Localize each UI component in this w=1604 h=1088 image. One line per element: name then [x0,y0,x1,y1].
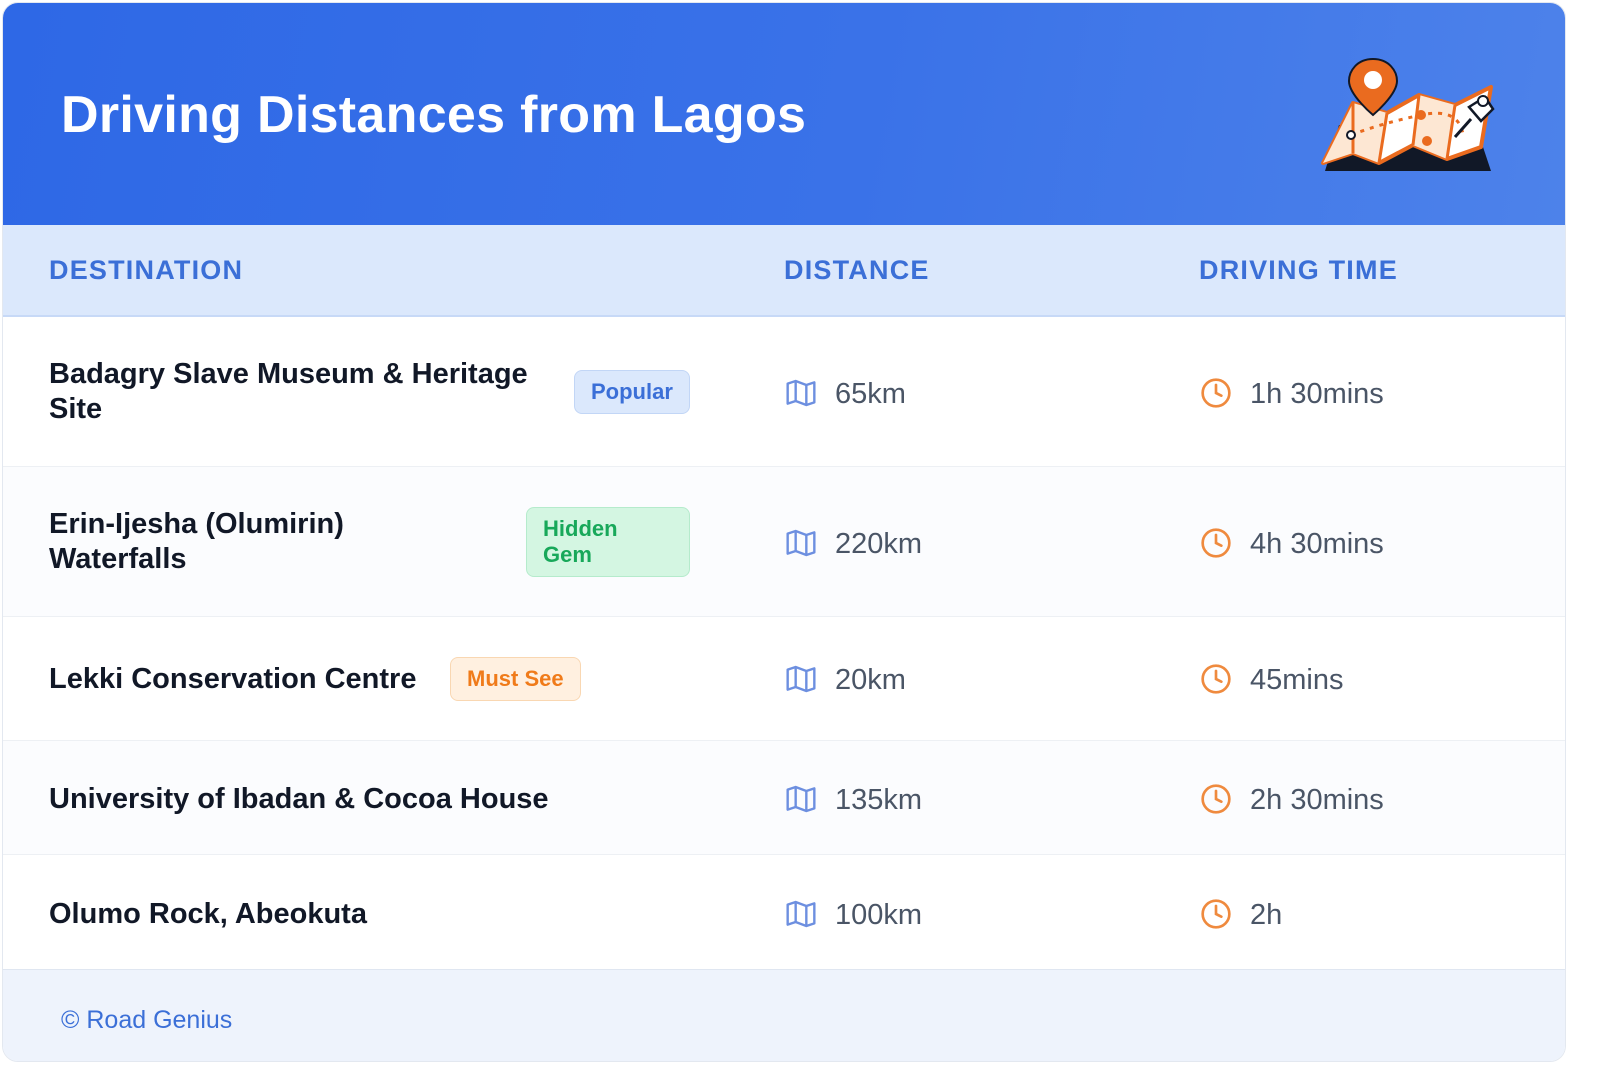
map-icon [786,379,816,407]
distance-value: 65km [835,378,906,410]
table-row: Lekki Conservation Centre Must See 20km … [3,617,1565,741]
driving-time-value: 2h [1250,899,1283,931]
map-icon [786,785,816,813]
clock-icon [1201,664,1231,694]
map-icon [786,529,816,557]
table-row: University of Ibadan & Cocoa House 135km… [3,741,1565,855]
column-header-driving-time[interactable]: DRIVING TIME [1199,255,1398,286]
table-row: Erin-Ijesha (Olumirin) Waterfalls Hidden… [3,467,1565,617]
hidden-gem-badge: Hidden Gem [526,507,690,577]
page-title: Driving Distances from Lagos [61,86,807,144]
distance-value: 135km [835,784,923,816]
map-icon [786,665,816,693]
driving-time-value: 4h 30mins [1250,528,1384,560]
clock-icon [1201,528,1231,558]
distance-value: 20km [835,664,906,696]
footer: © Road Genius [3,969,1565,1061]
driving-time-value: 2h 30mins [1250,784,1384,816]
distance-value: 220km [835,528,923,560]
table-row: Badagry Slave Museum & Heritage Site Pop… [3,317,1565,467]
copyright-link[interactable]: © Road Genius [61,1006,232,1035]
destination-name: Lekki Conservation Centre [49,663,417,695]
column-header-destination[interactable]: DESTINATION [49,255,243,286]
destination-name: Erin-Ijesha (Olumirin) Waterfalls [49,508,344,575]
distances-card: Driving Distances from Lagos DESTINATION… [2,2,1566,1062]
driving-time-value: 1h 30mins [1250,378,1384,410]
clock-icon [1201,784,1231,814]
popular-badge: Popular [574,370,690,414]
distance-value: 100km [835,899,923,931]
table-row: Olumo Rock, Abeokuta 100km 2h [3,855,1565,969]
clock-icon [1201,899,1231,929]
map-icon [786,900,816,928]
destination-name: University of Ibadan & Cocoa House [49,783,549,815]
header-banner: Driving Distances from Lagos [3,3,1565,225]
must-see-badge: Must See [450,657,581,701]
driving-time-value: 45mins [1250,664,1344,696]
table-header: DESTINATION DISTANCE DRIVING TIME [3,225,1565,317]
column-header-distance[interactable]: DISTANCE [784,255,930,286]
clock-icon [1201,378,1231,408]
destination-name: Olumo Rock, Abeokuta [49,898,367,930]
destination-name: Badagry Slave Museum & Heritage Site [49,358,528,425]
map-with-pins-icon [1321,57,1495,171]
